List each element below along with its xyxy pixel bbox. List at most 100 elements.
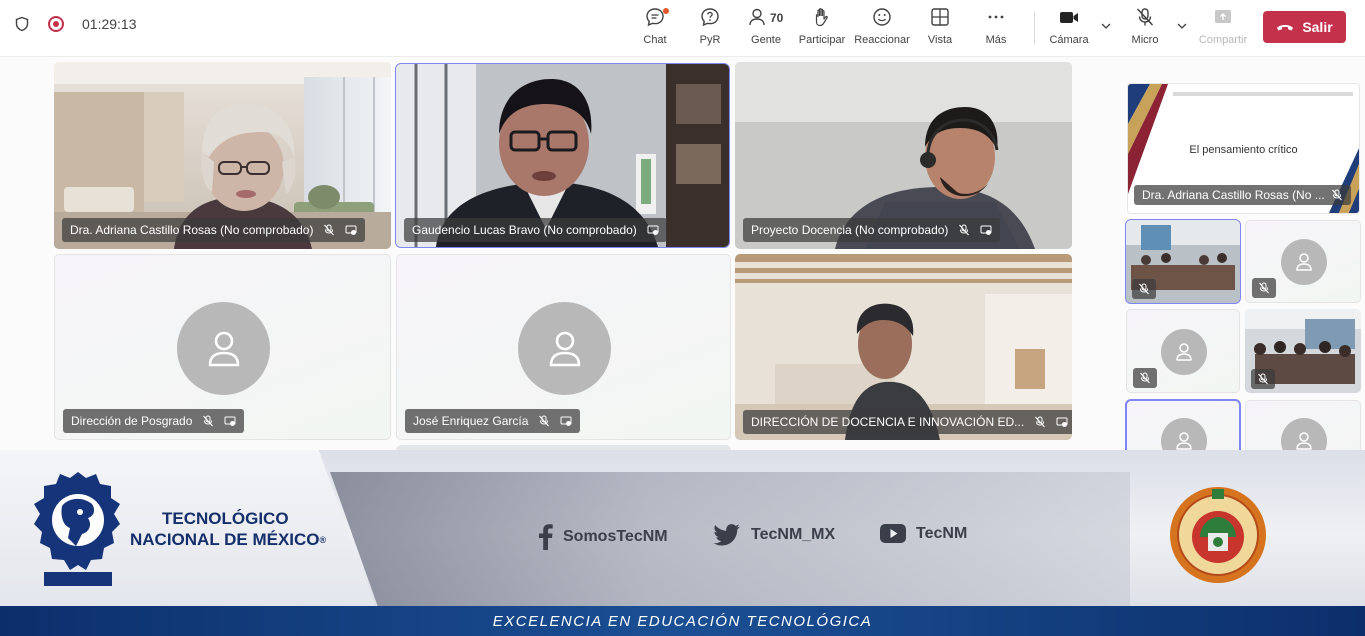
- react-button[interactable]: Reaccionar: [854, 6, 910, 52]
- mute-indicator: [1251, 369, 1275, 389]
- gallery-tile-meeting-room[interactable]: [1245, 309, 1361, 393]
- leave-label: Salir: [1302, 19, 1333, 35]
- institute-seal-icon: [1170, 487, 1266, 583]
- smiley-icon: [873, 8, 891, 26]
- toolbar-divider: [1034, 12, 1035, 44]
- facebook-handle: SomosTecNM: [537, 524, 668, 550]
- raise-hand-icon: [815, 8, 828, 27]
- view-label: Vista: [927, 34, 953, 46]
- brand-line-2: NACIONAL DE MÉXICO®: [130, 529, 326, 551]
- youtube-icon: [880, 524, 906, 543]
- people-count: 70: [770, 11, 784, 25]
- participant-name: Gaudencio Lucas Bravo (No comprobado): [412, 223, 637, 237]
- person-icon: [1296, 253, 1312, 271]
- slide-title: El pensamiento crítico: [1189, 144, 1298, 156]
- youtube-handle-text: TecNM: [916, 524, 968, 542]
- participant-name-tag: Proyecto Docencia (No comprobado): [743, 218, 1001, 242]
- registered-mark: ®: [319, 535, 327, 546]
- screen-share-icon: [1056, 417, 1068, 427]
- gallery-tile-avatar-1[interactable]: [1245, 220, 1361, 303]
- tecnm-logo-icon: [34, 472, 120, 586]
- participant-name-tag: Dra. Adriana Castillo Rosas (No comproba…: [62, 218, 366, 242]
- raise-hand-button[interactable]: Participar: [799, 6, 845, 52]
- video-tile-direccion-docencia[interactable]: DIRECCIÓN DE DOCENCIA E INNOVACIÓN ED...: [735, 254, 1072, 440]
- video-tile-proyecto-docencia[interactable]: Proyecto Docencia (No comprobado): [735, 62, 1072, 249]
- mute-indicator: [1132, 279, 1156, 299]
- shared-content-thumbnail[interactable]: El pensamiento crítico Dra. Adriana Cast…: [1127, 83, 1360, 214]
- gallery-tile-avatar-2[interactable]: [1126, 309, 1240, 393]
- participant-name-tag: Dirección de Posgrado: [63, 409, 245, 433]
- participant-name: Proyecto Docencia (No comprobado): [751, 223, 949, 237]
- screen-share-icon: [647, 225, 659, 235]
- meeting-status: 01:29:13: [14, 16, 137, 32]
- mic-label: Micro: [1131, 34, 1159, 46]
- view-button[interactable]: Vista: [925, 6, 955, 52]
- share-screen-icon: [1215, 10, 1231, 23]
- qa-icon: [701, 8, 719, 27]
- mute-indicator: [1252, 278, 1276, 298]
- share-label: Compartir: [1198, 34, 1248, 46]
- more-button[interactable]: Más: [982, 6, 1010, 52]
- slogan-text: EXCELENCIA EN EDUCACIÓN TECNOLÓGICA: [492, 612, 873, 630]
- brand-line-1: TECNOLÓGICO: [162, 509, 289, 528]
- hang-up-icon: [1277, 25, 1294, 31]
- brand-line-2-text: NACIONAL DE MÉXICO: [130, 530, 320, 549]
- people-label: Gente: [751, 34, 781, 46]
- people-icon: [749, 8, 765, 26]
- mic-off-icon: [1035, 416, 1046, 428]
- mic-off-icon: [1259, 282, 1269, 294]
- video-tile-gaudencio[interactable]: Gaudencio Lucas Bravo (No comprobado): [395, 63, 730, 248]
- video-tile-jose-enriquez[interactable]: José Enriquez García: [396, 254, 731, 440]
- react-label: Reaccionar: [854, 34, 910, 46]
- mic-options-chevron-icon[interactable]: [1176, 20, 1188, 32]
- grid-view-icon: [931, 8, 949, 26]
- participant-name-tag: DIRECCIÓN DE DOCENCIA E INNOVACIÓN ED...: [743, 410, 1072, 434]
- mic-off-icon: [1258, 373, 1268, 385]
- screen-share-icon: [980, 225, 992, 235]
- share-button[interactable]: Compartir: [1198, 6, 1248, 52]
- twitter-icon: [713, 524, 740, 546]
- mic-off-icon: [959, 224, 970, 236]
- avatar: [177, 302, 270, 395]
- mic-off-icon: [1331, 189, 1342, 201]
- slogan-strip: EXCELENCIA EN EDUCACIÓN TECNOLÓGICA: [0, 606, 1365, 636]
- qa-button[interactable]: PyR: [695, 6, 725, 52]
- mic-off-icon: [1136, 8, 1154, 26]
- participant-name: Dirección de Posgrado: [71, 414, 193, 428]
- youtube-handle: TecNM: [880, 524, 967, 543]
- presenter-name-tag: Dra. Adriana Castillo Rosas (No ...: [1134, 185, 1351, 205]
- participant-name: José Enriquez García: [413, 414, 529, 428]
- leave-button[interactable]: Salir: [1263, 11, 1346, 43]
- chat-notification-dot: [663, 8, 669, 14]
- screen-share-icon: [224, 416, 236, 426]
- gallery-tile-classroom[interactable]: [1125, 219, 1241, 304]
- camera-options-chevron-icon[interactable]: [1100, 20, 1112, 32]
- avatar: [518, 302, 611, 395]
- video-tile-direccion-posgrado[interactable]: Dirección de Posgrado: [54, 254, 391, 440]
- camera-button[interactable]: Cámara: [1048, 6, 1090, 52]
- person-icon: [1176, 343, 1192, 361]
- chat-button[interactable]: Chat: [638, 6, 672, 52]
- camera-label: Cámara: [1049, 34, 1089, 46]
- more-icon: [988, 15, 1004, 19]
- meeting-timer: 01:29:13: [82, 16, 137, 32]
- mic-off-icon: [324, 224, 335, 236]
- facebook-handle-text: SomosTecNM: [563, 528, 668, 545]
- person-icon: [208, 331, 239, 366]
- twitter-handle: TecNM_MX: [713, 524, 835, 546]
- qa-label: PyR: [699, 34, 721, 46]
- person-icon: [549, 331, 580, 366]
- mic-off-icon: [1139, 283, 1149, 295]
- mute-indicator: [1133, 368, 1157, 388]
- people-button[interactable]: 70 Gente: [747, 6, 785, 52]
- screen-share-icon: [345, 225, 357, 235]
- participant-name-tag: Gaudencio Lucas Bravo (No comprobado): [404, 218, 667, 242]
- chat-label: Chat: [643, 34, 667, 46]
- person-icon: [1296, 432, 1312, 450]
- avatar: [1281, 239, 1327, 285]
- video-tile-adriana[interactable]: Dra. Adriana Castillo Rosas (No comproba…: [54, 62, 391, 249]
- participant-name: Dra. Adriana Castillo Rosas (No comproba…: [70, 223, 314, 237]
- recording-icon: [48, 16, 64, 32]
- mic-off-icon: [1140, 372, 1150, 384]
- mic-button[interactable]: Micro: [1128, 6, 1162, 52]
